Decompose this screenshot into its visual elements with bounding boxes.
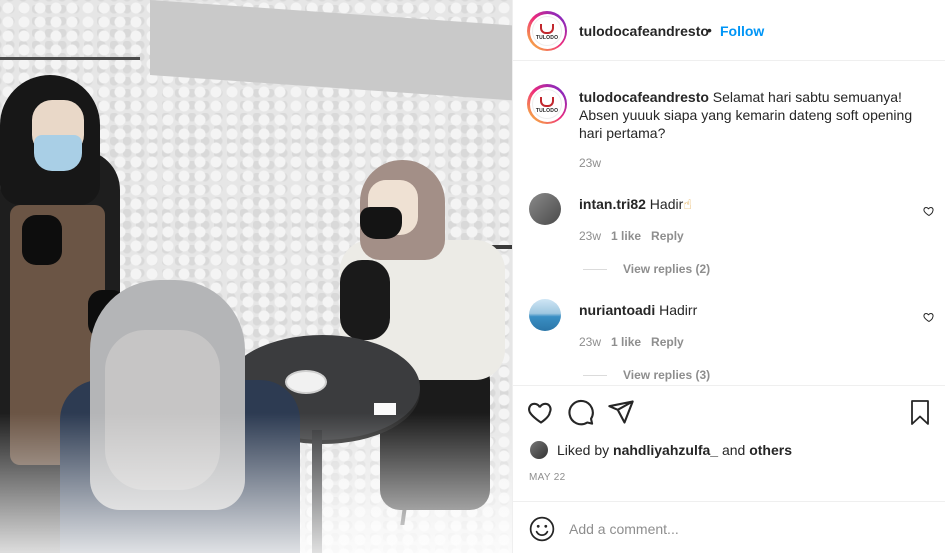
tulodo-logo: TULODO xyxy=(532,16,562,46)
heart-icon[interactable] xyxy=(923,205,935,217)
comment-time[interactable]: 23w xyxy=(579,335,601,349)
comment: intan.tri82 Hadir☝ xyxy=(579,196,692,213)
account-username[interactable]: tulodocafeandresto xyxy=(579,23,709,39)
add-comment-bar xyxy=(513,501,945,553)
reply-button[interactable]: Reply xyxy=(651,335,684,349)
comment-likes[interactable]: 1 like xyxy=(611,335,641,349)
cup-icon xyxy=(540,23,554,34)
action-bar xyxy=(513,385,945,435)
emoji-icon[interactable] xyxy=(529,516,555,542)
comment-icon[interactable] xyxy=(567,398,595,426)
ashtray xyxy=(285,370,327,394)
post-date[interactable]: MAY 22 xyxy=(529,472,565,483)
barista-mask xyxy=(34,135,82,171)
comments-list[interactable]: TULODO tulodocafeandresto Selamat hari s… xyxy=(513,62,945,385)
comment-input[interactable] xyxy=(569,516,869,542)
cup-icon xyxy=(540,96,554,107)
commenter-avatar[interactable] xyxy=(529,193,561,225)
liked-by: Liked by nahdliyahzulfa_ and others xyxy=(529,440,792,460)
account-avatar[interactable]: TULODO xyxy=(527,11,567,51)
caption-time[interactable]: 23w xyxy=(579,156,601,170)
follow-button[interactable]: Follow xyxy=(720,23,764,39)
post-photo[interactable] xyxy=(0,0,512,553)
paved-walkway xyxy=(150,0,512,101)
others-link[interactable]: others xyxy=(749,442,792,458)
post-header: TULODO tulodocafeandresto • Follow xyxy=(513,0,945,61)
comment-meta: 23w 1 like Reply xyxy=(579,335,684,349)
tulodo-logo: TULODO xyxy=(532,89,562,119)
view-replies-button[interactable]: View replies (2) xyxy=(583,262,710,276)
reply-button[interactable]: Reply xyxy=(651,229,684,243)
bookmark-icon[interactable] xyxy=(908,398,932,426)
heart-icon[interactable] xyxy=(527,398,555,426)
separator-dot: • xyxy=(707,22,712,38)
comment-username[interactable]: nuriantoadi xyxy=(579,302,655,318)
comment-meta: 23w 1 like Reply xyxy=(579,229,684,243)
post-side-panel: TULODO tulodocafeandresto • Follow TULOD… xyxy=(512,0,945,553)
comment-time[interactable]: 23w xyxy=(579,229,601,243)
seated-customer-arm xyxy=(340,260,390,340)
chair-frame xyxy=(0,0,140,60)
share-icon[interactable] xyxy=(607,398,635,426)
comment-text: Hadir xyxy=(649,196,684,212)
comment-text: Hadirr xyxy=(659,302,698,318)
view-replies-button[interactable]: View replies (3) xyxy=(583,368,710,382)
comment: nuriantoadi Hadirr xyxy=(579,302,697,318)
comment-likes[interactable]: 1 like xyxy=(611,229,641,243)
barista-glove xyxy=(22,215,62,265)
comment-username[interactable]: intan.tri82 xyxy=(579,196,646,212)
heart-icon[interactable] xyxy=(923,311,935,323)
liker-username[interactable]: nahdliyahzulfa_ xyxy=(613,442,718,458)
seated-customer-mask xyxy=(360,207,402,239)
divider xyxy=(583,268,607,270)
commenter-avatar[interactable] xyxy=(529,299,561,331)
divider xyxy=(583,374,607,376)
caption-username[interactable]: tulodocafeandresto xyxy=(579,89,709,105)
pointing-up-emoji: ☝ xyxy=(683,196,692,212)
caption-avatar[interactable]: TULODO xyxy=(527,84,567,124)
liker-avatar[interactable] xyxy=(529,440,549,460)
photo-fade xyxy=(0,413,512,553)
